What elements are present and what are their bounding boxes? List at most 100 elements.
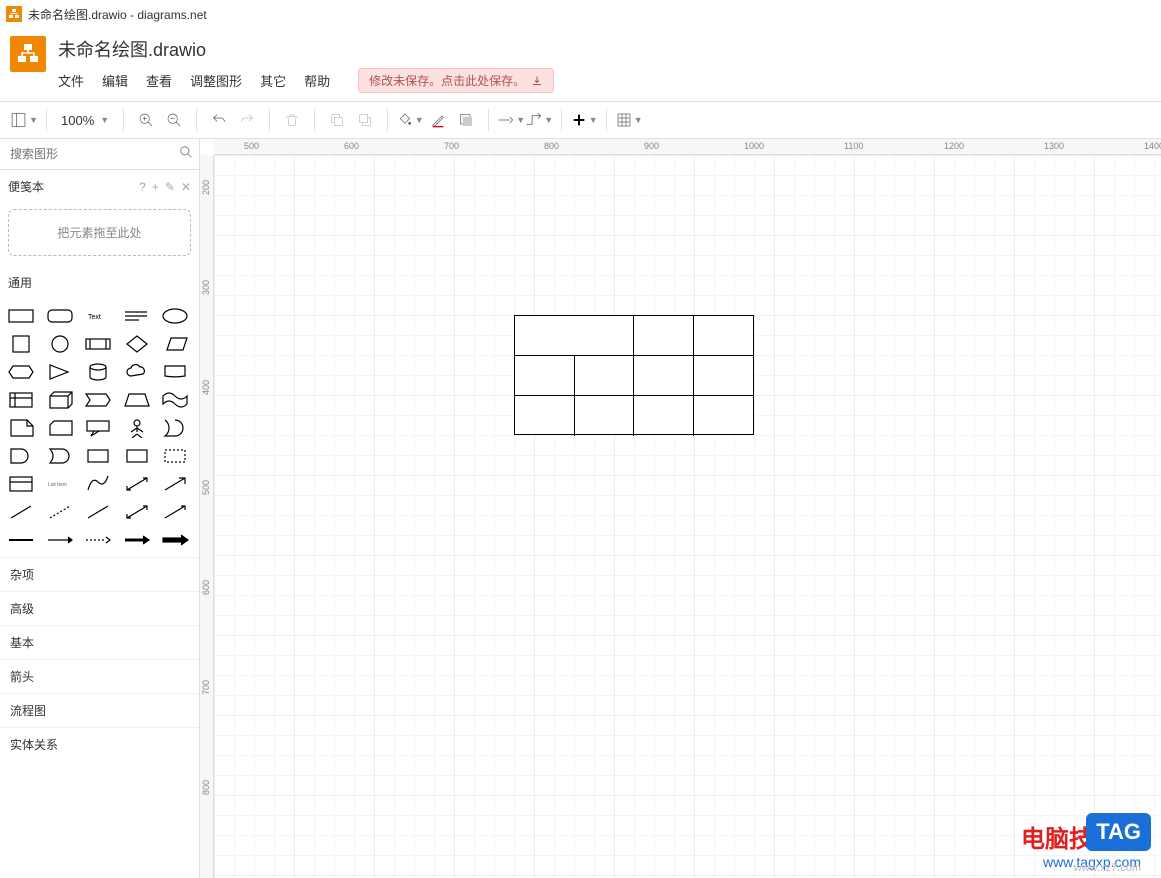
shape-step[interactable] — [83, 389, 113, 411]
shape-diamond[interactable] — [122, 333, 152, 355]
general-header[interactable]: 通用 — [0, 266, 199, 299]
save-button[interactable]: 修改未保存。点击此处保存。 — [358, 68, 554, 93]
fill-color-button[interactable]: ▼ — [396, 106, 424, 134]
watermark-sub: www.xz7.com — [1074, 862, 1141, 874]
shape-link4[interactable] — [122, 529, 152, 551]
insert-button[interactable]: ▼ — [570, 106, 598, 134]
drawing-canvas[interactable]: TAG 电脑技术网 www.tagxp.com www.xz7.com — [214, 155, 1161, 878]
shape-textbox[interactable] — [122, 305, 152, 327]
shape-datastore[interactable] — [83, 445, 113, 467]
shape-text[interactable]: Text — [83, 305, 113, 327]
shape-palette: Text — [0, 299, 199, 557]
zoom-select[interactable]: 100%▼ — [55, 113, 115, 128]
shape-line2[interactable] — [83, 501, 113, 523]
edit-icon[interactable]: ✎ — [165, 180, 175, 194]
shape-dashline[interactable] — [45, 501, 75, 523]
zoom-out-button[interactable] — [160, 106, 188, 134]
shape-link5[interactable] — [160, 529, 190, 551]
waypoint-button[interactable]: ▼ — [525, 106, 553, 134]
toolbar: ▼ 100%▼ ▼ ▼ ▼ ▼ ▼ — [0, 101, 1161, 139]
menubar: 文件 编辑 查看 调整图形 其它 帮助 修改未保存。点击此处保存。 — [58, 62, 554, 101]
shape-trapezoid[interactable] — [122, 389, 152, 411]
shape-triangle[interactable] — [45, 361, 75, 383]
scratchpad-dropzone[interactable]: 把元素拖至此处 — [8, 209, 191, 256]
shadow-button[interactable] — [452, 106, 480, 134]
category-advanced[interactable]: 高级 — [0, 591, 199, 625]
scratchpad-label: 便笺本 — [8, 178, 44, 195]
menu-file[interactable]: 文件 — [58, 71, 84, 90]
shape-dashed[interactable] — [160, 445, 190, 467]
shape-link1[interactable] — [6, 529, 36, 551]
menu-arrange[interactable]: 调整图形 — [190, 71, 242, 90]
shape-cube[interactable] — [45, 389, 75, 411]
shape-link3[interactable] — [83, 529, 113, 551]
shape-biarrow[interactable] — [122, 473, 152, 495]
scratchpad-header[interactable]: 便笺本 ? + ✎ ✕ — [0, 170, 199, 203]
close-icon[interactable]: ✕ — [181, 180, 191, 194]
shape-link2[interactable] — [45, 529, 75, 551]
menu-view[interactable]: 查看 — [146, 71, 172, 90]
shape-biarrow2[interactable] — [122, 501, 152, 523]
shape-callout[interactable] — [83, 417, 113, 439]
line-color-button[interactable] — [424, 106, 452, 134]
document-title[interactable]: 未命名绘图.drawio — [58, 36, 554, 62]
shape-rect[interactable] — [6, 305, 36, 327]
shape-arrow3[interactable] — [160, 501, 190, 523]
shape-list[interactable] — [6, 473, 36, 495]
menu-extras[interactable]: 其它 — [260, 71, 286, 90]
delete-button[interactable] — [278, 106, 306, 134]
category-basic[interactable]: 基本 — [0, 625, 199, 659]
shape-or[interactable] — [45, 445, 75, 467]
shape-curve2[interactable] — [160, 417, 190, 439]
watermark: TAG 电脑技术网 www.tagxp.com www.xz7.com — [1021, 819, 1141, 870]
app-logo-small — [6, 6, 22, 22]
shape-square[interactable] — [6, 333, 36, 355]
to-back-button[interactable] — [351, 106, 379, 134]
category-er[interactable]: 实体关系 — [0, 727, 199, 761]
shape-rounded[interactable] — [45, 305, 75, 327]
save-label: 修改未保存。点击此处保存。 — [369, 72, 525, 89]
shape-line[interactable] — [6, 501, 36, 523]
connection-button[interactable]: ▼ — [497, 106, 525, 134]
category-misc[interactable]: 杂项 — [0, 557, 199, 591]
shape-circle[interactable] — [45, 333, 75, 355]
table-shape[interactable] — [514, 315, 754, 435]
add-icon[interactable]: + — [152, 180, 159, 194]
menu-help[interactable]: 帮助 — [304, 71, 330, 90]
sidebar: 便笺本 ? + ✎ ✕ 把元素拖至此处 通用 Text — [0, 139, 200, 878]
shape-cloud[interactable] — [122, 361, 152, 383]
category-flowchart[interactable]: 流程图 — [0, 693, 199, 727]
shape-hexagon[interactable] — [6, 361, 36, 383]
ruler-vertical: 200 300 400 500 600 700 800 — [200, 155, 214, 878]
help-icon[interactable]: ? — [139, 180, 146, 194]
shape-tape[interactable] — [160, 389, 190, 411]
shape-search — [0, 139, 199, 170]
shape-and[interactable] — [6, 445, 36, 467]
shape-internal[interactable] — [6, 389, 36, 411]
category-arrows[interactable]: 箭头 — [0, 659, 199, 693]
menu-edit[interactable]: 编辑 — [102, 71, 128, 90]
general-label: 通用 — [8, 274, 32, 291]
shape-card[interactable] — [45, 417, 75, 439]
shape-curve[interactable] — [83, 473, 113, 495]
app-logo[interactable] — [10, 36, 46, 72]
shape-list2[interactable]: List Item — [45, 473, 75, 495]
shape-ellipse[interactable] — [160, 305, 190, 327]
view-mode-button[interactable]: ▼ — [10, 106, 38, 134]
shape-cylinder[interactable] — [83, 361, 113, 383]
to-front-button[interactable] — [323, 106, 351, 134]
shape-document2[interactable] — [160, 361, 190, 383]
undo-button[interactable] — [205, 106, 233, 134]
redo-button[interactable] — [233, 106, 261, 134]
shape-note[interactable] — [6, 417, 36, 439]
search-icon[interactable] — [179, 145, 193, 164]
zoom-in-button[interactable] — [132, 106, 160, 134]
shape-actor[interactable] — [122, 417, 152, 439]
search-input[interactable] — [6, 143, 179, 165]
shape-parallelogram[interactable] — [160, 333, 190, 355]
shape-arrow2[interactable] — [160, 473, 190, 495]
shape-process[interactable] — [83, 333, 113, 355]
ruler-horizontal: 500 600 700 800 900 1000 1100 1200 1300 … — [214, 139, 1161, 155]
table-button[interactable]: ▼ — [615, 106, 643, 134]
shape-xor[interactable] — [122, 445, 152, 467]
